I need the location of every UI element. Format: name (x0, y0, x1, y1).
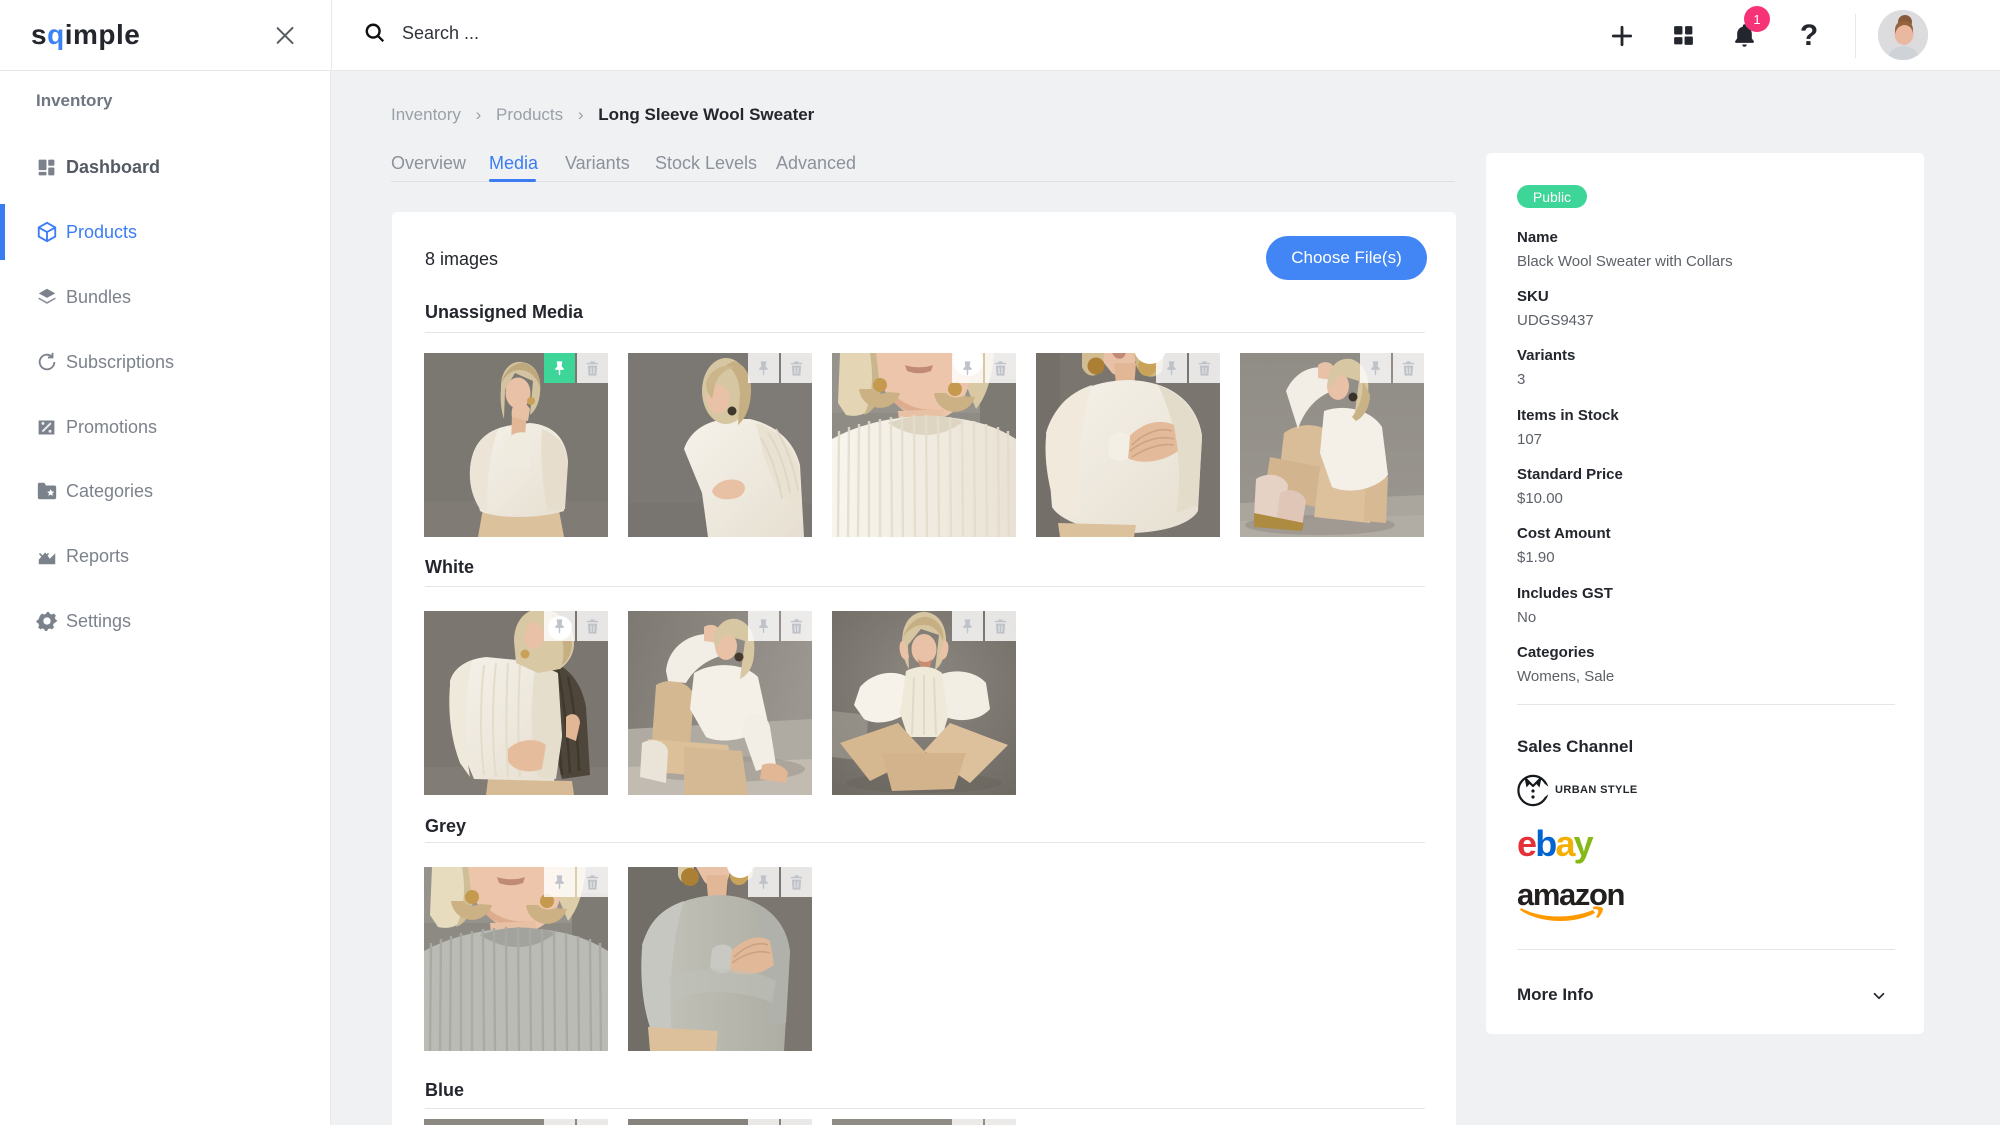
svg-text:amazon: amazon (1517, 881, 1624, 912)
svg-text:ebay: ebay (1517, 823, 1594, 864)
